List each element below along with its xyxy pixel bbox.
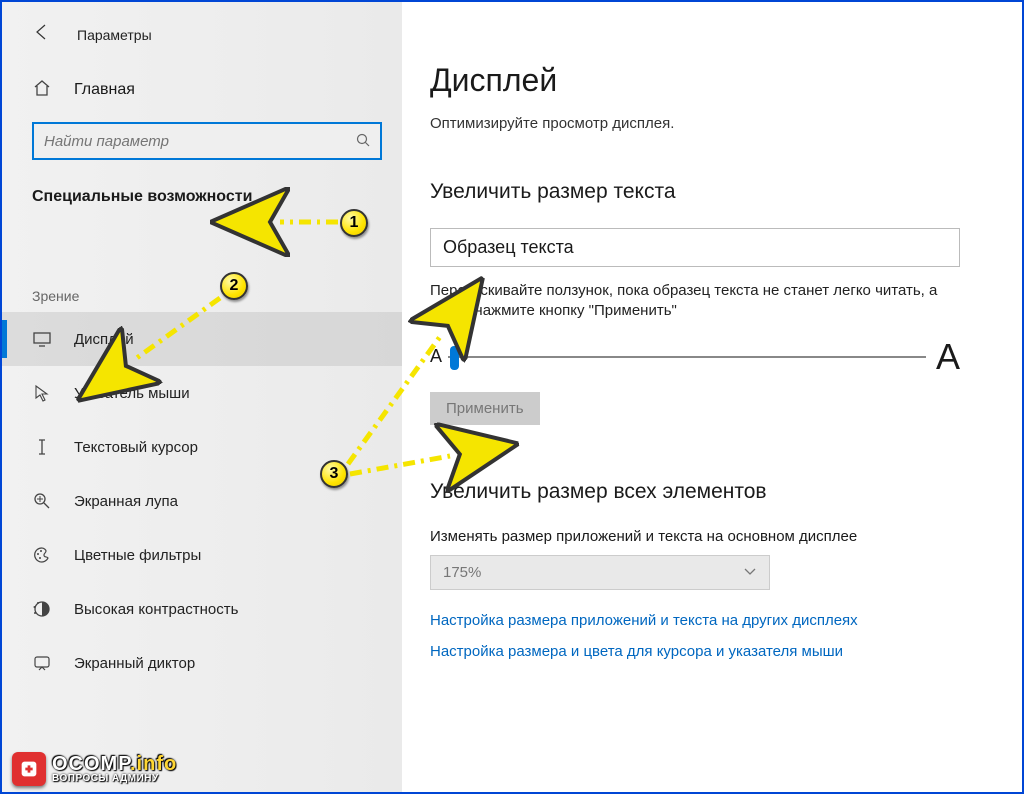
sidebar-item-label: Высокая контрастность xyxy=(74,601,238,618)
sidebar-item-label: Указатель мыши xyxy=(74,385,190,402)
annotation-marker-1: 1 xyxy=(340,209,368,237)
watermark-text: OCOMP.info ВОПРОСЫ АДМИНУ xyxy=(52,755,177,784)
sidebar-item-6[interactable]: Экранный диктор xyxy=(2,636,402,690)
settings-title: Параметры xyxy=(77,27,152,43)
text-size-heading: Увеличить размер текста xyxy=(430,180,1000,204)
category-title: Специальные возможности xyxy=(32,188,402,206)
pointer-icon xyxy=(32,383,54,403)
page-subtitle: Оптимизируйте просмотр дисплея. xyxy=(430,115,1000,132)
sidebar: Параметры Главная Специальные возможност… xyxy=(2,2,402,792)
text-size-slider[interactable] xyxy=(448,356,926,358)
scale-dropdown[interactable]: 175% xyxy=(430,555,770,590)
palette-icon xyxy=(32,545,54,565)
sidebar-item-label: Дисплей xyxy=(74,331,134,348)
magnifier-icon xyxy=(32,491,54,511)
chevron-down-icon xyxy=(743,564,757,581)
sample-text-box: Образец текста xyxy=(430,228,960,267)
a-small-icon: A xyxy=(430,346,442,367)
sidebar-item-label: Экранный диктор xyxy=(74,655,195,672)
home-nav[interactable]: Главная xyxy=(2,78,402,102)
sidebar-item-4[interactable]: Цветные фильтры xyxy=(2,528,402,582)
scale-label: Изменять размер приложений и текста на о… xyxy=(430,528,1000,545)
watermark-badge-icon xyxy=(12,752,46,786)
sidebar-item-label: Цветные фильтры xyxy=(74,547,201,564)
main-panel: Дисплей Оптимизируйте просмотр дисплея. … xyxy=(402,2,1022,792)
back-button[interactable] xyxy=(32,22,52,48)
sidebar-item-label: Текстовый курсор xyxy=(74,439,198,456)
scale-heading: Увеличить размер всех элементов xyxy=(430,480,1000,504)
search-input[interactable] xyxy=(44,133,356,150)
topbar: Параметры xyxy=(2,2,402,52)
annotation-marker-3: 3 xyxy=(320,460,348,488)
link-cursor-settings[interactable]: Настройка размера и цвета для курсора и … xyxy=(430,643,1000,660)
link-other-displays[interactable]: Настройка размера приложений и текста на… xyxy=(430,612,1000,629)
sidebar-item-0[interactable]: Дисплей xyxy=(2,312,402,366)
sidebar-item-1[interactable]: Указатель мыши xyxy=(2,366,402,420)
sidebar-item-label: Экранная лупа xyxy=(74,493,178,510)
search-box[interactable] xyxy=(32,122,382,160)
settings-window: Параметры Главная Специальные возможност… xyxy=(2,2,1022,792)
nav-list: Дисплей Указатель мыши Текстовый курсор Экр… xyxy=(2,312,402,690)
monitor-icon xyxy=(32,329,54,349)
contrast-icon xyxy=(32,599,54,619)
annotation-marker-2: 2 xyxy=(220,272,248,300)
narrator-icon xyxy=(32,653,54,673)
text-size-slider-row: A A xyxy=(430,336,960,378)
apply-button[interactable]: Применить xyxy=(430,392,540,425)
slider-description: Перетаскивайте ползунок, пока образец те… xyxy=(430,281,960,322)
text-cursor-icon xyxy=(32,437,54,457)
slider-thumb[interactable] xyxy=(450,346,459,370)
group-label: Зрение xyxy=(32,288,402,304)
a-big-icon: A xyxy=(936,336,960,378)
home-label: Главная xyxy=(74,81,135,99)
sidebar-item-5[interactable]: Высокая контрастность xyxy=(2,582,402,636)
page-title: Дисплей xyxy=(430,62,1000,99)
search-icon xyxy=(356,133,370,150)
watermark: OCOMP.info ВОПРОСЫ АДМИНУ xyxy=(12,752,177,786)
home-icon xyxy=(32,78,54,102)
scale-value: 175% xyxy=(443,564,481,581)
